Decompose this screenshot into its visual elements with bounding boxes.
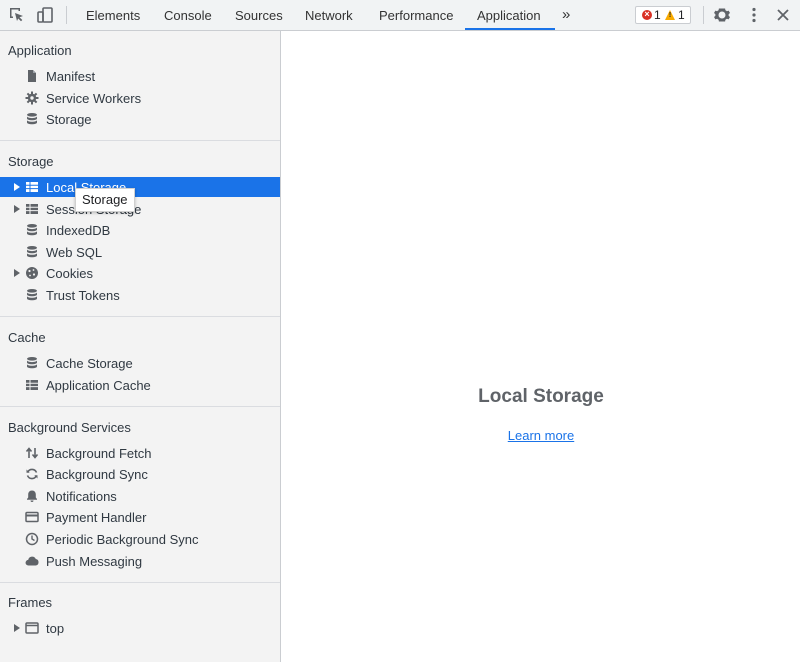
database-icon: [25, 288, 39, 302]
database-icon: [25, 245, 39, 259]
sidebar-item-frame-top[interactable]: top: [0, 618, 280, 638]
toolbar-divider: [703, 6, 704, 24]
section-title-cache: Cache: [8, 330, 46, 345]
section-title-background-services: Background Services: [8, 420, 131, 435]
warning-count: 1: [678, 8, 685, 23]
sidebar-item-cookies[interactable]: Cookies: [0, 263, 280, 283]
active-tab-indicator: [465, 28, 555, 30]
learn-more-link[interactable]: Learn more: [282, 428, 800, 443]
tab-console[interactable]: Console: [164, 0, 212, 30]
toolbar-divider: [66, 6, 67, 24]
sidebar-item-background-fetch[interactable]: Background Fetch: [0, 443, 280, 463]
section-title-application: Application: [8, 43, 72, 58]
tab-application[interactable]: Application: [477, 0, 541, 30]
database-icon: [25, 223, 39, 237]
more-tabs-button[interactable]: »: [562, 0, 570, 30]
table-grid-icon: [25, 378, 39, 392]
cookie-icon: [25, 266, 39, 280]
up-down-arrows-icon: [25, 446, 39, 460]
device-toolbar-icon[interactable]: [36, 6, 54, 24]
sidebar-item-application-cache[interactable]: Application Cache: [0, 375, 280, 395]
cloud-icon: [25, 554, 39, 568]
sidebar-item-notifications[interactable]: Notifications: [0, 486, 280, 506]
sidebar-item-local-storage[interactable]: Local Storage: [0, 177, 280, 197]
sidebar-item-storage[interactable]: Storage: [0, 109, 280, 129]
tab-performance[interactable]: Performance: [379, 0, 453, 30]
sidebar-item-manifest[interactable]: Manifest: [0, 66, 280, 86]
expand-arrow-icon[interactable]: [14, 624, 20, 632]
credit-card-icon: [25, 510, 39, 524]
frame-window-icon: [25, 621, 39, 635]
sidebar-item-indexeddb[interactable]: IndexedDB: [0, 220, 280, 240]
sidebar-item-background-sync[interactable]: Background Sync: [0, 464, 280, 484]
database-icon: [25, 112, 39, 126]
close-icon[interactable]: [774, 6, 792, 24]
tab-sources[interactable]: Sources: [235, 0, 283, 30]
gear-icon: [25, 91, 39, 105]
inspect-element-icon[interactable]: [8, 6, 26, 24]
error-count: 1: [654, 8, 661, 23]
sync-icon: [25, 467, 39, 481]
main-panel-title: Local Storage: [282, 386, 800, 408]
sidebar-item-cache-storage[interactable]: Cache Storage: [0, 353, 280, 373]
devtools-toolbar: Elements Console Sources Network Perform…: [0, 0, 800, 31]
expand-arrow-icon[interactable]: [14, 269, 20, 277]
sidebar-item-web-sql[interactable]: Web SQL: [0, 242, 280, 262]
expand-arrow-icon[interactable]: [14, 205, 20, 213]
clock-icon: [25, 532, 39, 546]
application-sidebar: Application Manifest Service Workers Sto…: [0, 31, 281, 662]
issues-counter-button[interactable]: × 1 ! 1: [635, 6, 691, 24]
bell-icon: [25, 489, 39, 503]
section-title-storage: Storage: [8, 154, 54, 169]
tooltip: Storage: [75, 188, 135, 212]
section-title-frames: Frames: [8, 595, 52, 610]
settings-gear-icon[interactable]: [713, 6, 731, 24]
sidebar-item-session-storage[interactable]: Session Storage: [0, 199, 280, 219]
expand-arrow-icon[interactable]: [14, 183, 20, 191]
database-icon: [25, 356, 39, 370]
more-options-icon[interactable]: [745, 6, 763, 24]
table-grid-icon: [25, 180, 39, 194]
sidebar-item-push-messaging[interactable]: Push Messaging: [0, 551, 280, 571]
file-icon: [25, 69, 39, 83]
tab-network[interactable]: Network: [305, 0, 353, 30]
sidebar-item-service-workers[interactable]: Service Workers: [0, 88, 280, 108]
table-grid-icon: [25, 202, 39, 216]
sidebar-item-trust-tokens[interactable]: Trust Tokens: [0, 285, 280, 305]
sidebar-item-payment-handler[interactable]: Payment Handler: [0, 507, 280, 527]
sidebar-item-periodic-background-sync[interactable]: Periodic Background Sync: [0, 529, 280, 549]
tab-elements[interactable]: Elements: [86, 0, 140, 30]
